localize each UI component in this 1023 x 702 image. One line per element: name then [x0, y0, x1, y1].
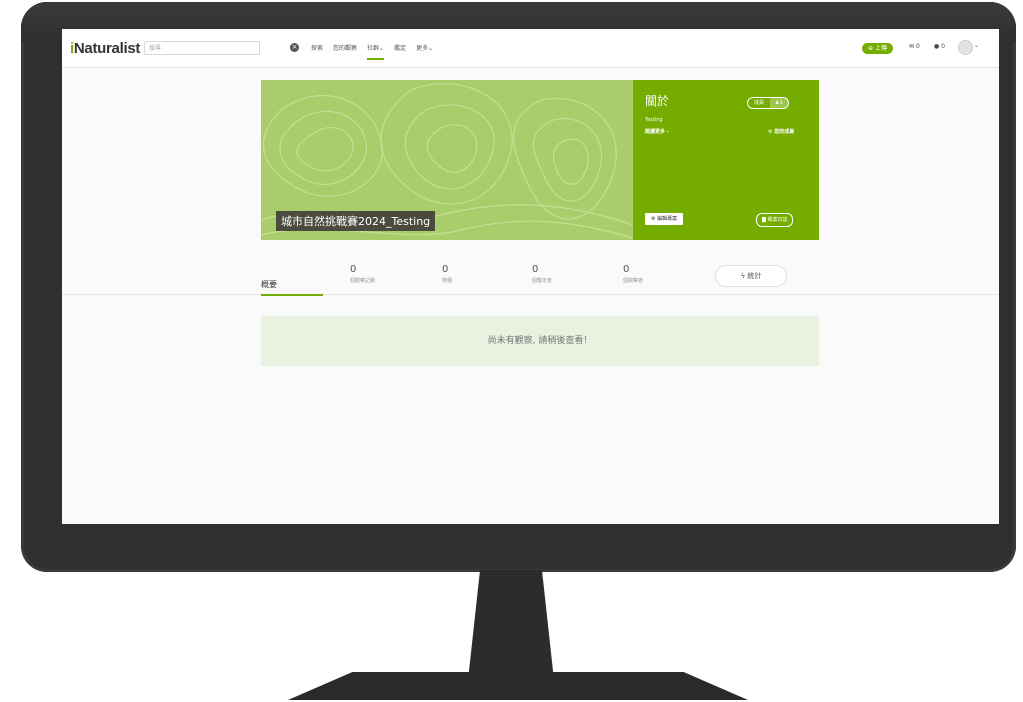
- stat-identifiers[interactable]: 0 個鑑定者: [532, 264, 552, 284]
- about-panel: 關於 成員 ♟1 Testing 閱讀更多 › ⚙ 您的成員 ⚙ 編輯專案 ▇ …: [633, 80, 819, 240]
- nav-more[interactable]: 更多⌄: [416, 43, 433, 60]
- stats-button-label: 統計: [747, 272, 762, 280]
- chevron-down-icon: ⌄: [379, 45, 385, 52]
- top-navbar: iNaturalist 搜尋 × 探索 您的觀察 社群⌄ 鑑定 更多⌄ ⊕ 上傳…: [62, 29, 999, 68]
- chevron-down-icon: ⌄: [428, 45, 434, 52]
- members-count: ♟1: [770, 98, 788, 108]
- members-label: 成員: [754, 100, 765, 106]
- edit-project-button[interactable]: ⚙ 編輯專案: [645, 213, 684, 225]
- plus-circle-icon: ⊕: [868, 45, 874, 52]
- bolt-icon: ϟ: [740, 272, 746, 280]
- search-placeholder: 搜尋: [149, 45, 162, 52]
- tabs-divider: [62, 294, 999, 295]
- logo-text: Naturalist: [73, 40, 141, 57]
- messages-count: 0: [915, 43, 920, 50]
- gear-icon: ⚙: [651, 216, 656, 222]
- search-input[interactable]: 搜尋: [144, 41, 260, 55]
- members-count-value: 1: [779, 100, 783, 106]
- main-nav: 探索 您的觀察 社群⌄ 鑑定 更多⌄: [311, 43, 433, 60]
- chat-icon: ●: [934, 43, 940, 50]
- stat-value: 0: [350, 264, 357, 275]
- nav-identify[interactable]: 鑑定: [394, 43, 406, 60]
- join-link[interactable]: ⚙ 您的成員: [768, 128, 794, 135]
- read-more-link[interactable]: 閱讀更多 ›: [645, 128, 669, 135]
- nav-community-label: 社群: [367, 45, 380, 52]
- stat-label: 物種: [442, 278, 453, 284]
- join-label: 您的成員: [774, 129, 795, 135]
- project-title: 城市自然挑戰賽2024_Testing: [276, 211, 436, 231]
- book-icon: ▇: [762, 217, 766, 223]
- empty-observations-message: 尚未有觀察, 請稍後查看！: [261, 316, 819, 366]
- about-heading: 關於: [645, 94, 670, 108]
- edit-project-label: 編輯專案: [657, 216, 678, 222]
- chevron-down-icon[interactable]: ⌄: [974, 42, 979, 49]
- stat-label: 個鑑定者: [532, 278, 553, 284]
- upload-button[interactable]: ⊕ 上傳: [862, 43, 893, 54]
- messages-button[interactable]: ✉ 0: [909, 43, 920, 50]
- stat-value: 0: [442, 264, 449, 275]
- avatar-icon[interactable]: [958, 40, 973, 55]
- tab-overview[interactable]: 概要: [261, 279, 323, 296]
- journal-label: 專案日誌: [767, 217, 788, 223]
- clear-search-icon[interactable]: ×: [290, 43, 299, 52]
- journal-button[interactable]: ▇ 專案日誌: [756, 213, 794, 227]
- project-banner: 城市自然挑戰賽2024_Testing: [261, 80, 633, 240]
- inaturalist-logo[interactable]: iNaturalist: [70, 40, 140, 57]
- monitor-stand-neck: [468, 570, 554, 680]
- read-more-label: 閱讀更多: [645, 129, 666, 135]
- stat-value: 0: [623, 264, 630, 275]
- stat-species[interactable]: 0 物種: [442, 264, 452, 284]
- notifications-button[interactable]: ● 0: [934, 43, 945, 50]
- envelope-icon: ✉: [909, 43, 915, 50]
- upload-label: 上傳: [874, 45, 887, 52]
- stat-observations[interactable]: 0 個觀察記錄: [350, 264, 375, 284]
- nav-more-label: 更多: [416, 45, 429, 52]
- members-badge[interactable]: 成員 ♟1: [747, 97, 789, 109]
- monitor-bezel: iNaturalist 搜尋 × 探索 您的觀察 社群⌄ 鑑定 更多⌄ ⊕ 上傳…: [21, 2, 1016, 572]
- project-description: Testing: [645, 117, 663, 123]
- stat-observers[interactable]: 0 個觀察者: [623, 264, 643, 284]
- nav-community[interactable]: 社群⌄: [367, 43, 385, 60]
- nav-your-observations[interactable]: 您的觀察: [333, 43, 357, 60]
- stat-label: 個觀察記錄: [350, 278, 376, 284]
- nav-explore[interactable]: 探索: [311, 43, 323, 60]
- stats-button[interactable]: ϟ 統計: [715, 265, 787, 287]
- stat-label: 個觀察者: [623, 278, 644, 284]
- screen: iNaturalist 搜尋 × 探索 您的觀察 社群⌄ 鑑定 更多⌄ ⊕ 上傳…: [62, 29, 999, 524]
- notifications-count: 0: [941, 43, 945, 50]
- stat-value: 0: [532, 264, 539, 275]
- monitor-stand-base: [288, 672, 748, 700]
- gear-icon: ⚙: [768, 129, 773, 135]
